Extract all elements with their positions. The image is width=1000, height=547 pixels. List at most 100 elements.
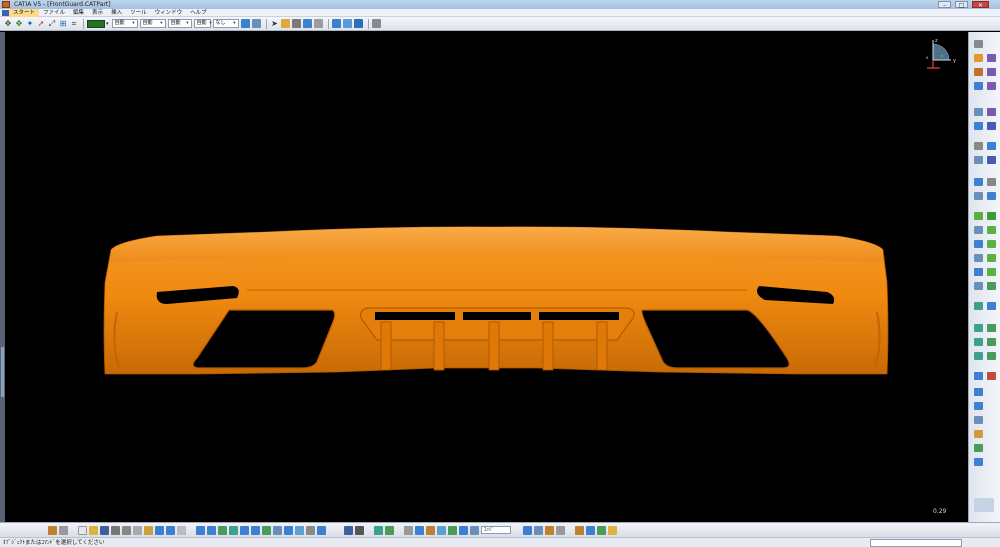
fly-mode-icon[interactable]: [196, 525, 205, 535]
pencil-icon[interactable]: [608, 525, 617, 535]
pointer-icon[interactable]: ➤: [270, 19, 280, 29]
thick-surface-icon[interactable]: [987, 192, 996, 200]
scroll-thumb[interactable]: [1, 347, 4, 397]
ground-icon[interactable]: [448, 525, 457, 535]
loft-icon[interactable]: [987, 122, 996, 130]
shaft-icon[interactable]: [987, 68, 996, 76]
copy-icon[interactable]: [133, 525, 142, 535]
affinity-icon[interactable]: [987, 254, 996, 262]
swap-space-icon[interactable]: [317, 525, 326, 535]
constraint-icon[interactable]: [302, 19, 312, 28]
pattern-icon[interactable]: [974, 240, 983, 248]
circular-pattern-icon[interactable]: [987, 240, 996, 248]
groove-icon[interactable]: [974, 82, 983, 90]
section-icon[interactable]: [371, 19, 381, 28]
assemble-icon[interactable]: [987, 268, 996, 276]
chamfer-icon[interactable]: [987, 142, 996, 150]
curvature-analysis-icon[interactable]: [974, 416, 983, 424]
split-icon[interactable]: [974, 192, 983, 200]
shading-icon[interactable]: [295, 525, 304, 535]
magnifier-icon[interactable]: [459, 525, 468, 535]
law-icon[interactable]: [353, 19, 363, 28]
menu-window[interactable]: ウィンドウ: [151, 9, 187, 17]
move-icon[interactable]: ✥: [3, 19, 13, 29]
whats-this-icon[interactable]: [177, 525, 186, 535]
boolean-icon[interactable]: [974, 268, 983, 276]
view-mode-icon[interactable]: [344, 525, 353, 535]
line-icon[interactable]: [987, 302, 996, 310]
lighting-icon[interactable]: [415, 525, 424, 535]
rotate-icon[interactable]: ✥: [14, 19, 24, 29]
layer-filter-icon[interactable]: [404, 525, 413, 535]
formula-icon[interactable]: [974, 444, 983, 452]
menu-help[interactable]: ヘルプ: [186, 9, 211, 17]
sectioning-icon[interactable]: [374, 525, 383, 535]
hole-icon[interactable]: [987, 82, 996, 90]
measure-between-icon[interactable]: [974, 338, 983, 346]
apply-material-icon[interactable]: [987, 352, 996, 360]
rib-icon[interactable]: [974, 108, 983, 116]
normal-view-icon[interactable]: [262, 525, 271, 535]
remove-icon[interactable]: [987, 282, 996, 290]
3d-viewport[interactable]: z y x 0.29: [5, 32, 968, 522]
formula-f-icon[interactable]: [59, 525, 68, 535]
chevron-down-icon[interactable]: ▾: [106, 21, 109, 27]
stiffener-icon[interactable]: [974, 122, 983, 130]
sketch-icon[interactable]: [280, 19, 290, 28]
pocket-icon[interactable]: [974, 68, 983, 76]
material-icon[interactable]: [426, 525, 435, 535]
zoom-in-icon[interactable]: [240, 525, 249, 535]
select-icon[interactable]: ⤢: [47, 19, 57, 29]
analysis-tool-icon[interactable]: [974, 388, 983, 396]
options-icon[interactable]: [556, 525, 565, 535]
update-icon[interactable]: [523, 525, 532, 535]
slot-icon[interactable]: [987, 108, 996, 116]
macro-icon[interactable]: [545, 525, 554, 535]
measure-icon[interactable]: ⌗: [69, 19, 79, 29]
multi-view-icon[interactable]: [273, 525, 282, 535]
catalog-browser-icon[interactable]: [575, 525, 584, 535]
toolbar-handle-icon[interactable]: [974, 40, 983, 48]
paint-icon[interactable]: [240, 19, 250, 28]
new-file-icon[interactable]: [78, 525, 87, 535]
check-icon[interactable]: [974, 458, 983, 466]
rotate-view-icon[interactable]: [229, 525, 238, 535]
grid-icon[interactable]: ⊞: [58, 19, 68, 29]
print-icon[interactable]: [111, 525, 120, 535]
draft-analysis-icon[interactable]: [974, 402, 983, 410]
draft-icon[interactable]: [974, 156, 983, 164]
diffuser-part-model[interactable]: [97, 222, 897, 382]
menu-tools[interactable]: ツール: [126, 9, 151, 17]
selection-set-icon[interactable]: [597, 525, 606, 535]
hide-show-icon[interactable]: [306, 525, 315, 535]
snap-icon[interactable]: ➚: [36, 19, 46, 29]
scale-icon[interactable]: [974, 254, 983, 262]
menu-edit[interactable]: 編集: [69, 9, 88, 17]
open-folder-icon[interactable]: [89, 525, 98, 535]
cut-icon[interactable]: [122, 525, 131, 535]
table-icon[interactable]: [313, 19, 323, 28]
search-icon[interactable]: [586, 525, 595, 535]
transparency-select[interactable]: 自動 ▾: [111, 19, 138, 28]
undo-icon[interactable]: [155, 525, 164, 535]
thread-icon[interactable]: [987, 178, 996, 186]
fit-all-icon[interactable]: [207, 525, 216, 535]
inertia-icon[interactable]: [974, 352, 983, 360]
line-type-select[interactable]: 自動 ▾: [167, 19, 192, 28]
pad-icon[interactable]: [987, 54, 996, 62]
flag-note-icon[interactable]: [987, 372, 996, 380]
menu-insert[interactable]: 挿入: [107, 9, 126, 17]
line-weight-select[interactable]: 自動 ▾: [139, 19, 166, 28]
rotate-tool-icon[interactable]: [987, 212, 996, 220]
maximize-button[interactable]: □: [955, 1, 968, 9]
catalog-icon[interactable]: [331, 19, 341, 28]
save-icon[interactable]: [100, 525, 109, 535]
publish-icon[interactable]: [534, 525, 543, 535]
menu-view[interactable]: 表示: [88, 9, 107, 17]
zoom-out-icon[interactable]: [251, 525, 260, 535]
paste-icon[interactable]: [144, 525, 153, 535]
annotation-icon[interactable]: [974, 372, 983, 380]
paintbrush-icon[interactable]: [48, 525, 57, 535]
close-button[interactable]: ✕: [972, 1, 989, 9]
measure-item-icon[interactable]: [987, 338, 996, 346]
